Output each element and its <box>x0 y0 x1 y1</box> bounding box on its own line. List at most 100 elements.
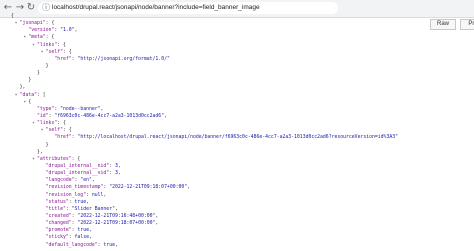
json-value: "f6963c0c-486e-4cc7-a2a3-1013d0cc2ad6" <box>54 113 165 119</box>
json-line: "version": "1.0", <box>6 27 398 34</box>
json-punctuation: : { <box>62 128 72 134</box>
json-key: "promote" <box>45 228 72 234</box>
json-key: "jsonapi" <box>19 21 46 27</box>
json-punctuation: , <box>155 213 159 219</box>
json-punctuation: : { <box>45 35 55 41</box>
json-key: "title" <box>45 206 66 212</box>
json-value: true <box>74 199 87 205</box>
json-line: } <box>6 63 398 70</box>
pretty-print-button[interactable]: Pre <box>460 19 474 30</box>
json-viewer: { ▾ "jsonapi": { "version": "1.0", ▾ "meta… <box>6 13 398 249</box>
json-line: "href": "http://localhost/drupal.react/j… <box>6 134 398 141</box>
json-line: } <box>6 70 398 77</box>
json-punctuation: } <box>28 78 32 84</box>
json-line: ▾ "jsonapi": { <box>6 20 398 27</box>
json-line: "langcode": "en", <box>6 177 398 184</box>
json-key: "data" <box>19 92 37 98</box>
json-line: { <box>6 13 398 20</box>
json-value: "node--banner" <box>60 106 101 112</box>
json-value: "2022-12-21T09:18:07+00:00" <box>109 185 188 191</box>
json-key: "default_langcode" <box>45 242 98 248</box>
json-line: }, <box>6 149 398 156</box>
json-punctuation: , <box>86 199 89 205</box>
json-punctuation: : { <box>57 42 66 48</box>
json-punctuation: , <box>155 221 159 227</box>
json-key: "status" <box>45 199 69 205</box>
json-line: "title": "Slider Banner", <box>6 206 398 213</box>
json-value: false <box>74 235 89 241</box>
json-value: "en" <box>80 178 92 184</box>
json-line: }, <box>6 84 398 91</box>
json-punctuation: , <box>89 235 92 241</box>
json-key: "sticky" <box>45 235 69 241</box>
json-punctuation: , <box>164 113 167 119</box>
json-key: "meta" <box>28 35 46 41</box>
json-line: "promote": true, <box>6 227 398 234</box>
json-line: "type": "node--banner", <box>6 106 398 113</box>
json-punctuation: : { <box>62 49 72 55</box>
json-line: ▾ "self": { <box>6 127 398 134</box>
json-line: } <box>6 77 398 84</box>
json-punctuation: , <box>74 28 78 34</box>
json-value: true <box>77 228 89 234</box>
json-key: "created" <box>45 213 72 219</box>
json-value: "http://localhost/drupal.react/jsonapi/n… <box>77 135 399 141</box>
json-key: "revision_timestamp" <box>45 185 104 191</box>
json-punctuation: , <box>117 163 121 169</box>
json-punctuation: , <box>117 171 121 177</box>
json-punctuation: { <box>28 99 32 105</box>
json-key: "version" <box>28 28 55 34</box>
json-value: "1.0" <box>60 28 75 34</box>
json-punctuation: } <box>37 71 40 77</box>
json-key: "links" <box>37 42 58 48</box>
json-line: ▾ "self": { <box>6 49 398 56</box>
raw-view-button[interactable]: Raw <box>430 19 456 30</box>
json-key: "revision_log" <box>45 192 87 198</box>
json-key: "self" <box>45 49 63 55</box>
json-line: "drupal_internal__vid": 3, <box>6 170 398 177</box>
json-line: } <box>6 142 398 149</box>
json-key: "href" <box>54 135 72 141</box>
json-punctuation: , <box>91 178 95 184</box>
json-line: "default_langcode": true, <box>6 242 398 249</box>
json-line: "revision_log": null, <box>6 192 398 199</box>
json-punctuation: , <box>114 206 118 212</box>
json-line: "status": true, <box>6 199 398 206</box>
json-punctuation: }, <box>37 149 43 155</box>
json-value: "Slider Banner" <box>71 206 115 212</box>
json-key: "drupal_internal__nid" <box>45 163 110 169</box>
json-punctuation: , <box>103 192 107 198</box>
json-punctuation: : [ <box>37 92 46 98</box>
json-key: "type" <box>37 106 55 112</box>
json-punctuation: , <box>89 228 92 234</box>
json-punctuation: : { <box>57 121 66 127</box>
json-line: "changed": "2022-12-21T09:18:07+00:00", <box>6 220 398 227</box>
json-line: "revision_timestamp": "2022-12-21T09:18:… <box>6 184 398 191</box>
json-key: "drupal_internal__vid" <box>45 171 110 177</box>
json-punctuation: , <box>187 185 191 191</box>
json-key: "langcode" <box>45 178 75 184</box>
